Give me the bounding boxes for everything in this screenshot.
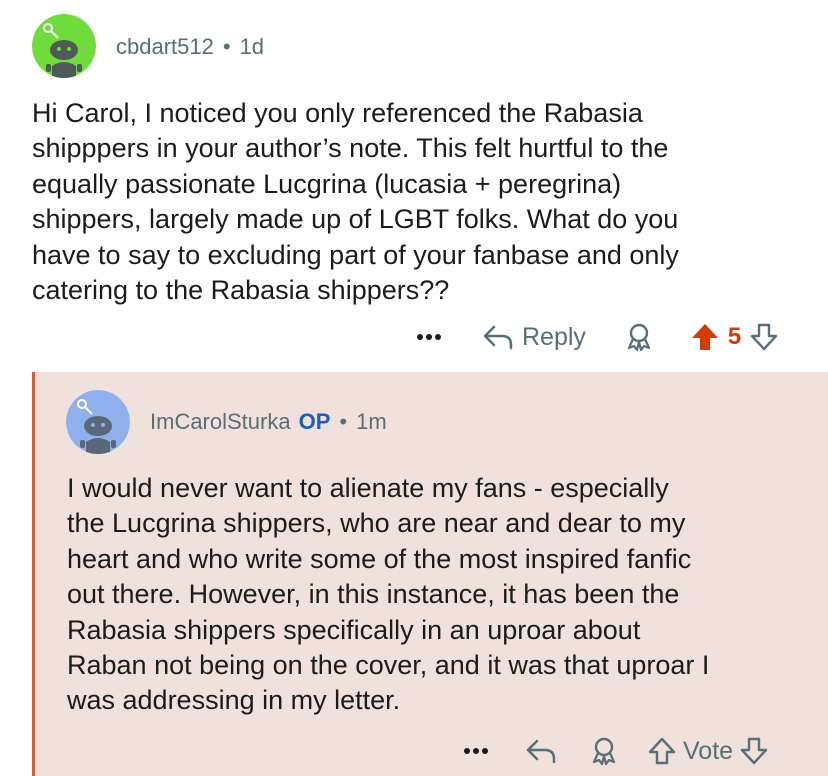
parent-comment: cbdart512 • 1d Hi Carol, I noticed you onl… [0,0,828,372]
vote-label: Vote [683,736,734,765]
reply-arrow-icon [526,739,556,764]
reply-comment: ImCarolSturka OP • 1m I would never want to… [32,372,828,776]
snoo-avatar-icon [66,390,130,454]
meta-separator: • [222,34,231,59]
arrow-down-icon [740,737,768,765]
op-badge: OP [298,409,331,434]
award-icon [592,737,616,766]
upvote-button[interactable] [690,322,720,352]
reply-button[interactable]: Reply [482,323,586,352]
arrow-up-icon [691,324,718,350]
ellipsis-icon [464,748,488,754]
comment-username[interactable]: cbdart512 [116,34,214,59]
comment-actions: Reply 5 [416,322,779,352]
more-options-button[interactable] [463,747,493,755]
upvote-button[interactable] [647,736,677,766]
vote-score: 5 [727,323,742,350]
comment-body: Hi Carol, I noticed you only referenced … [32,98,679,306]
reply-username[interactable]: ImCarolSturka [150,409,291,434]
comment-timestamp: 1d [239,34,265,59]
reply-body: I would never want to alienate my fans -… [67,473,710,716]
award-button[interactable] [624,322,654,352]
award-icon [627,323,651,352]
reply-user-avatar[interactable] [66,390,130,454]
ellipsis-icon [417,334,441,340]
reply-meta: ImCarolSturka OP • 1m [150,409,387,435]
comment-meta: cbdart512 • 1d [116,34,264,60]
reply-button[interactable] [525,737,557,765]
meta-separator: • [339,409,348,434]
reply-timestamp: 1m [356,409,387,434]
downvote-button[interactable] [739,736,769,766]
arrow-down-icon [751,323,778,351]
snoo-avatar-icon [32,14,96,78]
downvote-button[interactable] [749,322,779,352]
arrow-up-icon [648,737,676,765]
more-options-button[interactable] [416,333,446,341]
user-avatar[interactable] [32,14,96,78]
reply-actions: Vote [463,736,769,766]
reply-arrow-icon [483,325,513,350]
reply-label: Reply [522,322,586,351]
award-button[interactable] [589,736,619,766]
